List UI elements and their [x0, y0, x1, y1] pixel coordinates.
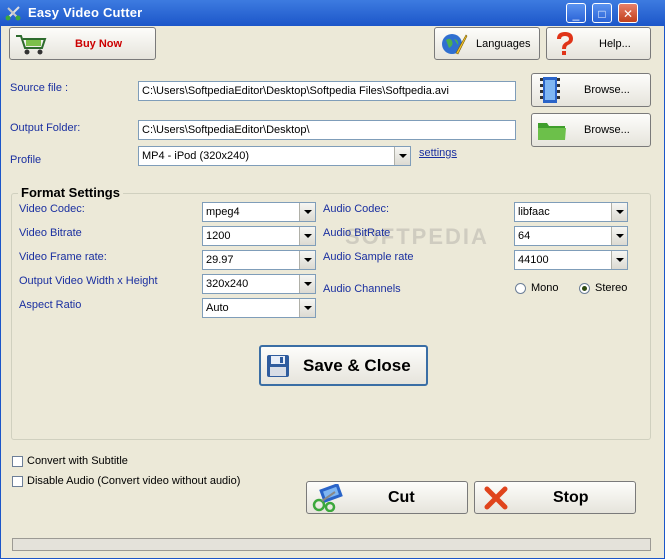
languages-button[interactable]: Languages — [434, 27, 540, 60]
help-label: Help... — [599, 37, 631, 50]
film-icon — [540, 77, 560, 103]
audio-channels-label: Audio Channels — [323, 283, 401, 295]
stereo-label: Stereo — [595, 282, 628, 294]
output-size-label: Output Video Width x Height — [19, 275, 158, 287]
buy-now-label: Buy Now — [75, 37, 123, 50]
format-settings-title: Format Settings — [18, 185, 123, 200]
stop-x-icon — [484, 486, 508, 510]
audio-sample-rate-label: Audio Sample rate — [323, 251, 414, 263]
close-button[interactable]: ✕ — [618, 3, 638, 23]
globe-pen-icon — [442, 34, 468, 55]
audio-bitrate-select[interactable]: 64 — [514, 226, 628, 246]
video-frame-rate-select[interactable]: 29.97 — [202, 250, 316, 270]
cut-button[interactable]: Cut — [306, 481, 468, 514]
folder-icon — [538, 123, 566, 140]
output-folder-input[interactable]: C:\Users\SoftpediaEditor\Desktop\ — [138, 120, 516, 140]
output-size-value: 320x240 — [206, 278, 249, 290]
aspect-ratio-select[interactable]: Auto — [202, 298, 316, 318]
output-browse-label: Browse... — [584, 124, 630, 136]
audio-codec-select[interactable]: libfaac — [514, 202, 628, 222]
video-codec-label: Video Codec: — [19, 203, 85, 215]
maximize-button[interactable]: □ — [592, 3, 612, 23]
source-file-label: Source file : — [10, 82, 69, 94]
video-codec-value: mpeg4 — [206, 206, 240, 218]
progress-bar — [12, 538, 651, 551]
buy-now-button[interactable]: Buy Now — [9, 27, 156, 60]
audio-sample-rate-value: 44100 — [518, 254, 549, 266]
source-browse-button[interactable]: Browse... — [531, 73, 651, 107]
profile-label: Profile — [10, 154, 42, 166]
scissors-film-icon — [312, 484, 343, 512]
chevron-down-icon[interactable] — [299, 275, 315, 293]
video-bitrate-select[interactable]: 1200 — [202, 226, 316, 246]
video-frame-rate-value: 29.97 — [206, 254, 234, 266]
audio-codec-value: libfaac — [518, 206, 550, 218]
cut-label: Cut — [388, 488, 415, 506]
languages-label: Languages — [476, 37, 531, 50]
chevron-down-icon[interactable] — [394, 147, 410, 165]
chevron-down-icon[interactable] — [611, 227, 627, 245]
audio-bitrate-label: Audio BitRate — [323, 227, 391, 239]
shopping-cart-icon — [16, 35, 47, 55]
source-file-input[interactable]: C:\Users\SoftpediaEditor\Desktop\Softped… — [138, 81, 516, 101]
stop-label: Stop — [553, 488, 589, 506]
title-bar: Easy Video Cutter _ □ ✕ — [0, 0, 665, 26]
app-icon — [5, 6, 21, 21]
source-browse-label: Browse... — [584, 84, 630, 96]
floppy-disk-icon — [267, 355, 289, 377]
chevron-down-icon[interactable] — [299, 299, 315, 317]
help-button[interactable]: Help... — [546, 27, 651, 60]
maximize-icon: □ — [598, 7, 606, 21]
aspect-ratio-value: Auto — [206, 302, 229, 314]
stop-button[interactable]: Stop — [474, 481, 636, 514]
stereo-radio[interactable] — [579, 283, 590, 294]
minimize-button[interactable]: _ — [566, 3, 586, 23]
save-close-label: Save & Close — [303, 355, 411, 375]
profile-value: MP4 - iPod (320x240) — [142, 150, 249, 162]
minimize-icon: _ — [572, 7, 580, 21]
close-icon: ✕ — [622, 7, 634, 21]
audio-sample-rate-select[interactable]: 44100 — [514, 250, 628, 270]
output-size-select[interactable]: 320x240 — [202, 274, 316, 294]
video-bitrate-label: Video Bitrate — [19, 227, 82, 239]
chevron-down-icon[interactable] — [299, 203, 315, 221]
disable-audio-checkbox[interactable] — [12, 476, 23, 487]
chevron-down-icon[interactable] — [611, 203, 627, 221]
output-folder-label: Output Folder: — [10, 122, 81, 134]
question-mark-icon — [557, 32, 573, 55]
video-bitrate-value: 1200 — [206, 230, 231, 242]
disable-audio-label: Disable Audio (Convert video without aud… — [27, 475, 241, 487]
subtitle-checkbox[interactable] — [12, 456, 23, 467]
output-browse-button[interactable]: Browse... — [531, 113, 651, 147]
mono-radio[interactable] — [515, 283, 526, 294]
video-frame-rate-label: Video Frame rate: — [19, 251, 107, 263]
chevron-down-icon[interactable] — [299, 227, 315, 245]
save-close-button[interactable]: Save & Close — [259, 345, 428, 386]
subtitle-label: Convert with Subtitle — [27, 455, 128, 467]
profile-select[interactable]: MP4 - iPod (320x240) — [138, 146, 411, 166]
aspect-ratio-label: Aspect Ratio — [19, 299, 82, 311]
settings-link[interactable]: settings — [419, 147, 457, 159]
audio-codec-label: Audio Codec: — [323, 203, 390, 215]
mono-label: Mono — [531, 282, 559, 294]
chevron-down-icon[interactable] — [611, 251, 627, 269]
chevron-down-icon[interactable] — [299, 251, 315, 269]
video-codec-select[interactable]: mpeg4 — [202, 202, 316, 222]
window-title: Easy Video Cutter — [28, 5, 143, 20]
audio-bitrate-value: 64 — [518, 230, 531, 242]
